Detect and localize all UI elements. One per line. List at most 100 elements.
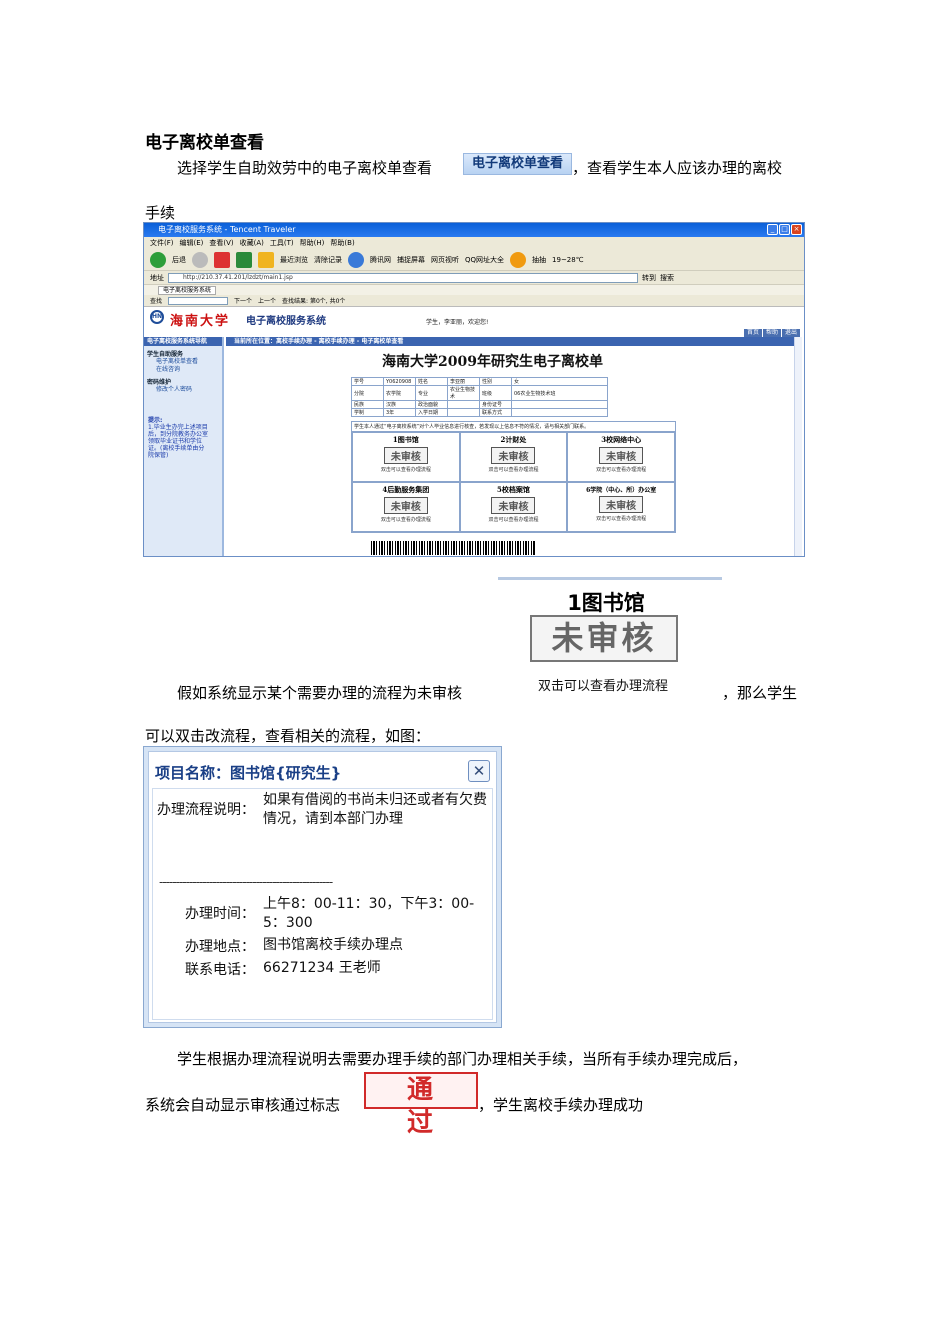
- table-cell: 姓名: [415, 377, 448, 386]
- zoom-dept-name: 1图书馆: [567, 591, 645, 615]
- nav-help[interactable]: 帮助: [762, 329, 781, 337]
- table-cell: 分院: [351, 385, 384, 401]
- table-cell: 06农业生物技术班: [511, 385, 608, 401]
- left-nav-section-self-service[interactable]: 学生自助服务: [144, 349, 222, 358]
- dept-cell-logistics[interactable]: 4后勤服务集团 未审核 双击可以查看办理流程: [352, 482, 460, 532]
- dept-cell-finance[interactable]: 2计财处 未审核 双击可以查看办理流程: [459, 432, 568, 482]
- view-leave-form-button-image: 电子离校单查看: [463, 153, 572, 175]
- left-nav-item-view-form[interactable]: 电子离校单查看: [144, 358, 222, 366]
- forward-icon[interactable]: [192, 251, 208, 268]
- search-label[interactable]: 搜索: [660, 273, 674, 283]
- toolbar-media[interactable]: 网页视听: [431, 255, 459, 265]
- desc-label: 办理流程说明：: [157, 802, 255, 818]
- dept-link[interactable]: 双击可以查看办理流程: [568, 466, 674, 473]
- page-content: 电子离校服务系统导航 学生自助服务 电子离校单查看 在线咨询 密码维护 修改个人…: [144, 337, 804, 556]
- para3-text-after: ，学生离校手续办理成功: [478, 1096, 644, 1114]
- table-cell: [511, 400, 608, 409]
- menu-tools[interactable]: 工具(T): [270, 237, 294, 249]
- dept-link[interactable]: 双击可以查看办理流程: [568, 515, 674, 522]
- back-icon[interactable]: [150, 251, 166, 268]
- table-cell: 专业: [415, 385, 448, 401]
- table-cell: 3年: [383, 408, 416, 417]
- university-logo-icon: HN: [150, 310, 164, 324]
- dept-link[interactable]: 双击可以查看办理流程: [461, 516, 567, 523]
- dept-link[interactable]: 双击可以查看办理流程: [461, 466, 567, 473]
- place-value: 图书馆离校手续办理点: [263, 937, 403, 953]
- nav-home[interactable]: 首页: [743, 329, 762, 337]
- menu-help[interactable]: 帮助(H): [300, 237, 325, 249]
- para1-text-after: ，查看学生本人应该办理的离校: [572, 159, 783, 177]
- menu-view[interactable]: 查看(V): [209, 237, 233, 249]
- browser-toolbar: 后退 最近浏览 清除记录 腾讯网 捕捉屏幕 网页视听 QQ网址大全 抽抽 19~…: [144, 249, 804, 271]
- address-label: 地址: [150, 273, 164, 282]
- time-value: 上午8：00-11：30，下午3：00-5：300: [263, 896, 475, 931]
- table-row: 分院 农学院 专业 农业生物技术 班级 06农业生物技术班: [351, 385, 608, 401]
- find-input[interactable]: [168, 296, 229, 305]
- table-cell: 学制: [351, 408, 384, 417]
- table-cell: [447, 408, 480, 417]
- table-cell: 农业生物技术: [447, 385, 480, 401]
- back-label[interactable]: 后退: [172, 255, 186, 265]
- close-icon[interactable]: ✕: [468, 760, 490, 782]
- refresh-icon[interactable]: [236, 251, 252, 268]
- toolbar-draw[interactable]: 抽抽: [532, 255, 546, 265]
- dept-cell-college-office[interactable]: 6学院（中心、所）办公室 未审核 双击可以查看办理流程: [567, 482, 675, 532]
- go-button[interactable]: 转到: [642, 273, 656, 283]
- dept-cell-library[interactable]: 1图书馆 未审核 双击可以查看办理流程: [352, 432, 460, 482]
- table-cell: 学号: [351, 377, 384, 386]
- left-nav-item-change-password[interactable]: 修改个人密码: [144, 386, 222, 394]
- phone-value: 66271234 王老师: [263, 960, 381, 976]
- para2-line2: 可以双击改流程，查看相关的流程，如图：: [145, 727, 431, 745]
- toolbar-recent[interactable]: 最近浏览: [280, 255, 308, 265]
- dept-cell-archives[interactable]: 5校档案馆 未审核 双击可以查看办理流程: [459, 482, 568, 532]
- welcome-text: 学生，李亚丽，欢迎您!: [426, 319, 489, 326]
- left-nav-item-consult[interactable]: 在线咨询: [144, 366, 222, 374]
- find-prev[interactable]: 上一个: [258, 296, 276, 305]
- menu-help2[interactable]: 帮助(B): [330, 237, 354, 249]
- card-top-border: [498, 577, 722, 580]
- toolbar-capture[interactable]: 捕捉屏幕: [397, 255, 425, 265]
- university-name: 海南大学: [170, 314, 231, 329]
- toolbar-qq-links[interactable]: QQ网址大全: [465, 255, 504, 265]
- tab-bar: 电子离校服务系统: [144, 284, 804, 295]
- draw-icon[interactable]: [510, 251, 527, 268]
- para3-line1: 学生根据办理流程说明去需要办理手续的部门办理相关手续，当所有手续办理完成后，: [177, 1050, 748, 1068]
- toolbar-tencent[interactable]: 腾讯网: [370, 255, 391, 265]
- find-next[interactable]: 下一个: [234, 296, 252, 305]
- table-row: 民族 汉族 政治面貌 身份证号: [351, 400, 608, 409]
- status-stamp: 未审核: [599, 496, 644, 513]
- toolbar-clear[interactable]: 清除记录: [314, 255, 342, 265]
- vertical-scrollbar[interactable]: [794, 337, 802, 556]
- menu-file[interactable]: 文件(F): [150, 237, 174, 249]
- status-stamp: 未审核: [383, 497, 428, 514]
- stop-icon[interactable]: [214, 251, 230, 268]
- left-nav-header: 电子离校服务系统导航: [144, 337, 222, 346]
- nav-logout[interactable]: 退出: [781, 329, 800, 337]
- qq-site-icon[interactable]: [348, 251, 364, 268]
- tab-leave-system[interactable]: 电子离校服务系统: [158, 285, 217, 295]
- browser-screenshot: 电子离校服务系统 - Tencent Traveler _ □ × 文件(F) …: [143, 222, 805, 557]
- minimize-icon[interactable]: _: [767, 224, 778, 235]
- dept-link[interactable]: 双击可以查看办理流程: [353, 516, 459, 523]
- section-heading: 电子离校单查看: [145, 133, 264, 153]
- para2-text-before: 假如系统显示某个需要办理的流程为未审核: [177, 684, 463, 702]
- close-icon[interactable]: ×: [791, 224, 802, 235]
- dept-cell-network[interactable]: 3校网络中心 未审核 双击可以查看办理流程: [567, 432, 675, 482]
- menu-edit[interactable]: 编辑(E): [180, 237, 204, 249]
- menu-favorites[interactable]: 收藏(A): [240, 237, 264, 249]
- table-cell: 性别: [479, 377, 512, 386]
- table-cell: [511, 408, 608, 417]
- dept-name: 1图书馆: [392, 435, 419, 444]
- status-stamp: 未审核: [491, 497, 536, 514]
- home-icon[interactable]: [258, 251, 274, 268]
- dept-name: 5校档案馆: [497, 485, 530, 494]
- dept-link[interactable]: 双击可以查看办理流程: [353, 466, 459, 473]
- zoom-process-link[interactable]: 双击可以查看办理流程: [498, 675, 708, 694]
- address-input[interactable]: http://210.37.41.201/lzdzt/main1.jsp: [168, 272, 638, 283]
- left-nav-section-password[interactable]: 密码维护: [144, 377, 222, 386]
- hint-box: 提示: 1.毕业生办完上述项目后，到分院教务办公室领取毕业证书和学位证。(离校手…: [148, 417, 210, 459]
- maximize-icon[interactable]: □: [779, 224, 790, 235]
- table-cell: 民族: [351, 400, 384, 409]
- status-stamp: 未审核: [383, 447, 428, 464]
- phone-label: 联系电话：: [185, 962, 255, 978]
